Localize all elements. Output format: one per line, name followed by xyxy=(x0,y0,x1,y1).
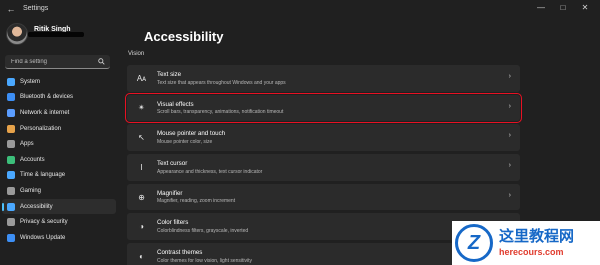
window-controls: — □ ✕ xyxy=(530,0,596,14)
sidebar-item-label: Privacy & security xyxy=(20,219,68,226)
sidebar-item-label: Bluetooth & devices xyxy=(20,94,74,101)
shield-icon xyxy=(7,218,15,227)
globe-clock-icon xyxy=(7,171,15,180)
chevron-right-icon: › xyxy=(508,102,511,110)
sidebar-item-system[interactable]: System xyxy=(2,74,116,90)
card-text: Visual effects Scroll bars, transparency,… xyxy=(157,101,283,116)
card-mouse-pointer-and-touch[interactable]: ↖ Mouse pointer and touch Mouse pointer co… xyxy=(127,124,520,151)
watermark-text: 这里教程网 herecours.com xyxy=(499,228,575,258)
card-subtitle: Magnifier, reading, zoom increment xyxy=(157,198,236,205)
sidebar-item-label: Personalization xyxy=(20,125,62,132)
sidebar-item-label: Time & language xyxy=(20,172,66,179)
card-title: Color filters xyxy=(157,219,189,227)
sidebar-item-label: Accessibility xyxy=(20,203,53,210)
chevron-right-icon: › xyxy=(508,132,511,140)
sidebar-item-label: Apps xyxy=(20,141,34,148)
sidebar-item-network-internet[interactable]: Network & internet xyxy=(2,105,116,121)
sidebar-item-privacy-security[interactable]: Privacy & security xyxy=(2,214,116,230)
sidebar-item-personalization[interactable]: Personalization xyxy=(2,121,116,137)
redacted-email xyxy=(28,32,84,37)
section-label: Vision xyxy=(128,51,145,57)
sidebar-item-label: Gaming xyxy=(20,187,42,194)
card-text-size[interactable]: Aᴀ Text size Text size that appears throug… xyxy=(127,65,520,92)
bluetooth-icon xyxy=(7,93,15,102)
card-title: Text size xyxy=(157,71,182,78)
contrast-icon: ◐ xyxy=(139,251,144,261)
card-title: Contrast themes xyxy=(157,249,203,257)
watermark-cn: 这里教程网 xyxy=(499,228,575,245)
sidebar-nav: System Bluetooth & devices Network & inter… xyxy=(0,74,118,246)
sidebar-item-apps[interactable]: Apps xyxy=(2,136,116,152)
card-subtitle: Text size that appears throughout Window… xyxy=(157,79,286,86)
watermark: Z 这里教程网 herecours.com xyxy=(452,221,600,265)
card-title: Magnifier xyxy=(157,189,183,197)
sidebar-item-bluetooth-devices[interactable]: Bluetooth & devices xyxy=(2,90,116,106)
watermark-logo: Z xyxy=(455,224,493,262)
card-magnifier[interactable]: ⊕ Magnifier Magnifier, reading, zoom incre… xyxy=(127,183,520,211)
person-icon xyxy=(7,155,15,164)
card-title: Visual effects xyxy=(157,100,194,108)
back-arrow-icon[interactable]: ← xyxy=(3,1,19,17)
gamepad-icon xyxy=(7,186,15,195)
sidebar-item-label: System xyxy=(20,78,41,85)
wifi-icon xyxy=(7,108,15,117)
search-input[interactable] xyxy=(11,58,95,65)
color-filter-icon: ◑ xyxy=(139,222,144,232)
card-text: Mouse pointer and touch Mouse pointer col… xyxy=(157,130,225,145)
accessibility-icon xyxy=(7,202,15,211)
card-subtitle: Color themes for low vision, light sensi… xyxy=(157,257,253,264)
maximize-icon[interactable]: □ xyxy=(552,0,574,14)
card-text: Magnifier Magnifier, reading, zoom increm… xyxy=(157,190,235,205)
magnifier-icon: ⊕ xyxy=(138,192,145,202)
sidebar-item-label: Accounts xyxy=(20,156,45,163)
sidebar-item-label: Network & internet xyxy=(20,109,70,116)
minimize-icon[interactable]: — xyxy=(530,0,552,14)
page-title: Accessibility xyxy=(144,29,224,44)
apps-icon xyxy=(7,140,15,149)
close-icon[interactable]: ✕ xyxy=(574,0,596,14)
sidebar-item-gaming[interactable]: Gaming xyxy=(2,183,116,199)
card-subtitle: Scroll bars, transparency, animations, n… xyxy=(157,109,284,116)
chevron-right-icon: › xyxy=(508,73,511,80)
sparkle-icon: ✴ xyxy=(138,103,145,113)
card-text-cursor[interactable]: I Text cursor Appearance and thickness, te… xyxy=(127,154,520,181)
search-box[interactable] xyxy=(5,55,110,69)
app-title: Settings xyxy=(23,5,49,12)
sidebar: Ritik Singh SystemBluetooth & devicesNet… xyxy=(0,17,118,265)
title-bar: ← Settings — □ ✕ xyxy=(0,0,600,17)
card-subtitle: Appearance and thickness, text cursor in… xyxy=(157,168,263,175)
card-subtitle: Mouse pointer color, size xyxy=(157,138,213,145)
chevron-right-icon: › xyxy=(508,162,511,170)
sidebar-item-windows-update[interactable]: Windows Update xyxy=(2,230,116,246)
card-text: Color filters Colorblindness filters, gra… xyxy=(157,219,248,234)
card-title: Mouse pointer and touch xyxy=(157,130,226,138)
search-icon[interactable] xyxy=(98,58,105,65)
card-title: Text cursor xyxy=(157,160,188,168)
sidebar-item-accessibility[interactable]: Accessibility xyxy=(2,198,116,215)
text-cursor-icon: I xyxy=(140,162,143,172)
sidebar-item-label: Windows Update xyxy=(20,234,66,241)
card-text: Text size Text size that appears througho… xyxy=(157,71,286,86)
card-text: Text cursor Appearance and thickness, tex… xyxy=(157,160,262,175)
paintbrush-icon xyxy=(7,124,15,133)
text-size-icon: Aᴀ xyxy=(136,73,147,83)
card-text: Contrast themes Color themes for low visi… xyxy=(157,249,252,264)
card-subtitle: Colorblindness filters, grayscale, inver… xyxy=(157,227,249,234)
mouse-pointer-icon: ↖ xyxy=(138,133,145,143)
card-visual-effects[interactable]: ✴ Visual effects Scroll bars, transparency… xyxy=(125,92,522,124)
avatar xyxy=(6,23,28,45)
sidebar-item-time-language[interactable]: Time & language xyxy=(2,168,116,184)
monitor-icon xyxy=(7,77,15,86)
chevron-right-icon: › xyxy=(508,191,511,199)
watermark-url: herecours.com xyxy=(499,247,564,257)
sidebar-item-accounts[interactable]: Accounts xyxy=(2,152,116,168)
update-icon xyxy=(7,233,15,242)
